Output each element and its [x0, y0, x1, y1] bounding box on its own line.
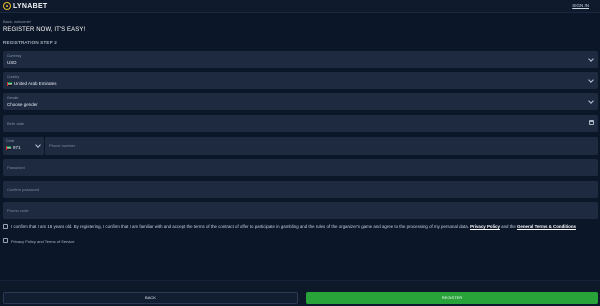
phone-code-value: 971 — [13, 145, 21, 150]
chevron-down-icon — [588, 77, 594, 83]
phone-placeholder: Phone number — [49, 143, 76, 148]
chevron-down-icon — [588, 56, 594, 62]
gender-label: Gender — [7, 96, 19, 100]
chevron-down-icon — [588, 98, 594, 104]
currency-value: USD — [7, 60, 17, 65]
password-input[interactable]: Password — [3, 159, 598, 176]
terms-link[interactable]: General Terms & Conditions — [517, 224, 576, 229]
confirm-password-placeholder: Confirm password — [7, 187, 40, 192]
gender-value: Choose gender — [7, 102, 38, 107]
country-label: Country — [7, 75, 20, 79]
currency-select[interactable]: Currency USD — [3, 51, 598, 68]
phone-number-input[interactable]: Phone number — [45, 137, 598, 155]
page-title: REGISTER NOW, IT'S EASY! — [3, 27, 86, 33]
calendar-icon[interactable] — [589, 120, 594, 125]
password-placeholder: Password — [7, 165, 25, 170]
logo-icon — [3, 2, 11, 10]
back-button[interactable]: BACK — [3, 292, 298, 304]
currency-label: Currency — [7, 54, 22, 58]
consent-and: and the — [501, 224, 516, 229]
consent-text: I confirm that I am 18 years old. By reg… — [11, 224, 596, 230]
chevron-down-icon — [35, 142, 41, 148]
privacy-checkbox[interactable] — [3, 238, 8, 243]
phone-code-label: Code — [6, 139, 15, 143]
uae-flag-icon — [6, 145, 11, 150]
birth-date-input[interactable]: Birth date — [3, 115, 598, 132]
register-button[interactable]: REGISTER — [306, 292, 598, 304]
brand-logo[interactable]: LYNABET — [3, 2, 48, 10]
step-indicator: REGISTRATION STEP 2 — [3, 40, 57, 45]
phone-code-select[interactable]: Code 971 — [3, 137, 44, 155]
sign-in-link[interactable]: SIGN IN — [572, 3, 589, 8]
promo-placeholder: Promo code — [7, 208, 29, 213]
birth-date-placeholder: Birth date — [7, 121, 25, 126]
country-value-wrap: United Arab Emirates — [7, 81, 57, 86]
logo-text: LYNABET — [13, 2, 48, 10]
country-value: United Arab Emirates — [14, 81, 57, 86]
privacy-policy-link[interactable]: Privacy Policy — [470, 224, 500, 229]
phone-code-value-wrap: 971 — [6, 145, 21, 150]
gender-select[interactable]: Gender Choose gender — [3, 93, 598, 110]
confirm-password-input[interactable]: Confirm password — [3, 181, 598, 198]
privacy-note: Privacy Policy and Terms of Service — [11, 239, 75, 244]
age-consent-checkbox[interactable] — [3, 224, 8, 229]
promo-code-input[interactable]: Promo code — [3, 202, 598, 219]
country-select[interactable]: Country United Arab Emirates — [3, 72, 598, 89]
top-header: LYNABET SIGN IN — [0, 0, 600, 13]
uae-flag-icon — [7, 81, 12, 86]
consent-body: I confirm that I am 18 years old. By reg… — [11, 224, 469, 229]
welcome-text: Back, welcome! — [3, 19, 32, 24]
